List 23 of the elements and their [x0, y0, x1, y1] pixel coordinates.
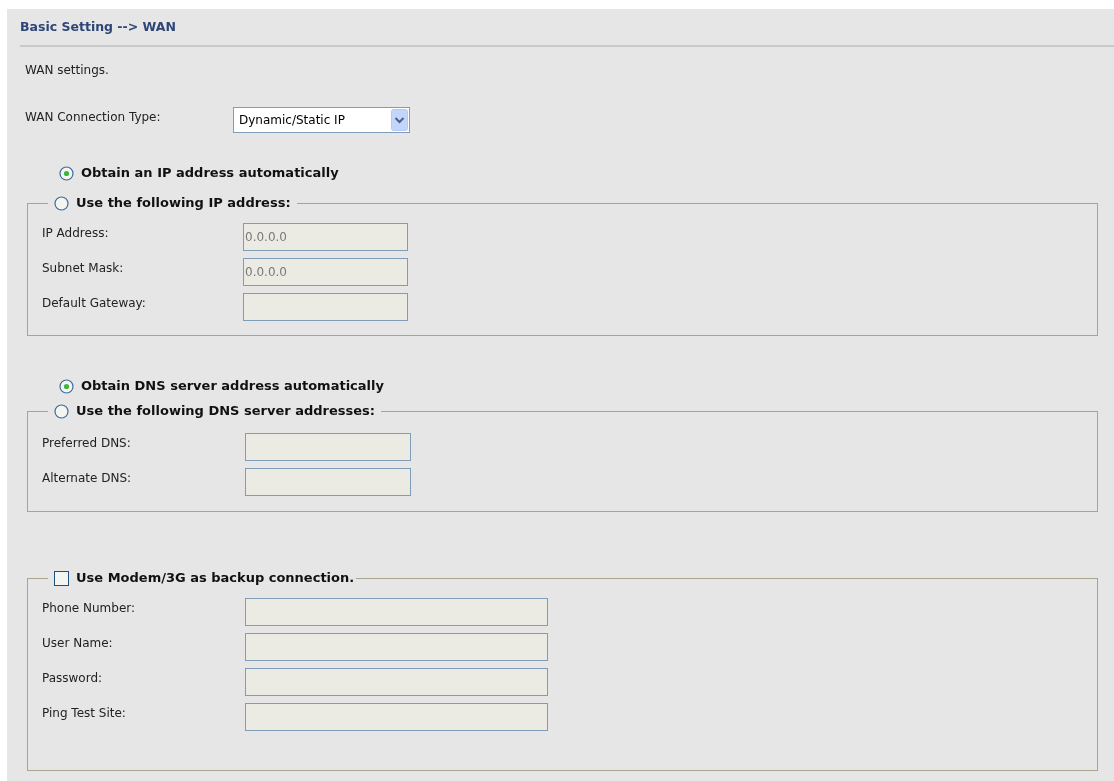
field-label: IP Address:	[42, 225, 110, 242]
option-label: Obtain an IP address automatically	[81, 164, 339, 183]
breadcrumb-title: Basic Setting --> WAN	[20, 18, 176, 36]
field-label: Default Gateway:	[42, 295, 147, 312]
checkbox[interactable]	[54, 570, 69, 586]
field-label: Alternate DNS:	[42, 470, 133, 487]
field-label: Ping Test Site:	[42, 705, 127, 722]
field-label: Preferred DNS:	[42, 435, 132, 452]
option-label: Use the following IP address:	[76, 194, 291, 213]
radio-button[interactable]	[54, 403, 69, 419]
field-label: Subnet Mask:	[42, 260, 125, 277]
field-label: User Name:	[42, 635, 114, 652]
option-label: Use Modem/3G as backup connection.	[76, 569, 355, 588]
option-label: Use the following DNS server addresses:	[76, 402, 376, 421]
connection-type-select[interactable]: Dynamic/Static IP	[233, 107, 410, 133]
field-label: Phone Number:	[42, 600, 137, 617]
radio-button[interactable]	[59, 165, 74, 181]
field-label: Password:	[42, 670, 104, 687]
radio-button[interactable]	[54, 195, 69, 211]
radio-button[interactable]	[59, 378, 74, 394]
field-label: WAN Connection Type:	[25, 109, 162, 126]
description-text: WAN settings.	[25, 62, 109, 79]
option-label: Obtain DNS server address automatically	[81, 377, 384, 396]
